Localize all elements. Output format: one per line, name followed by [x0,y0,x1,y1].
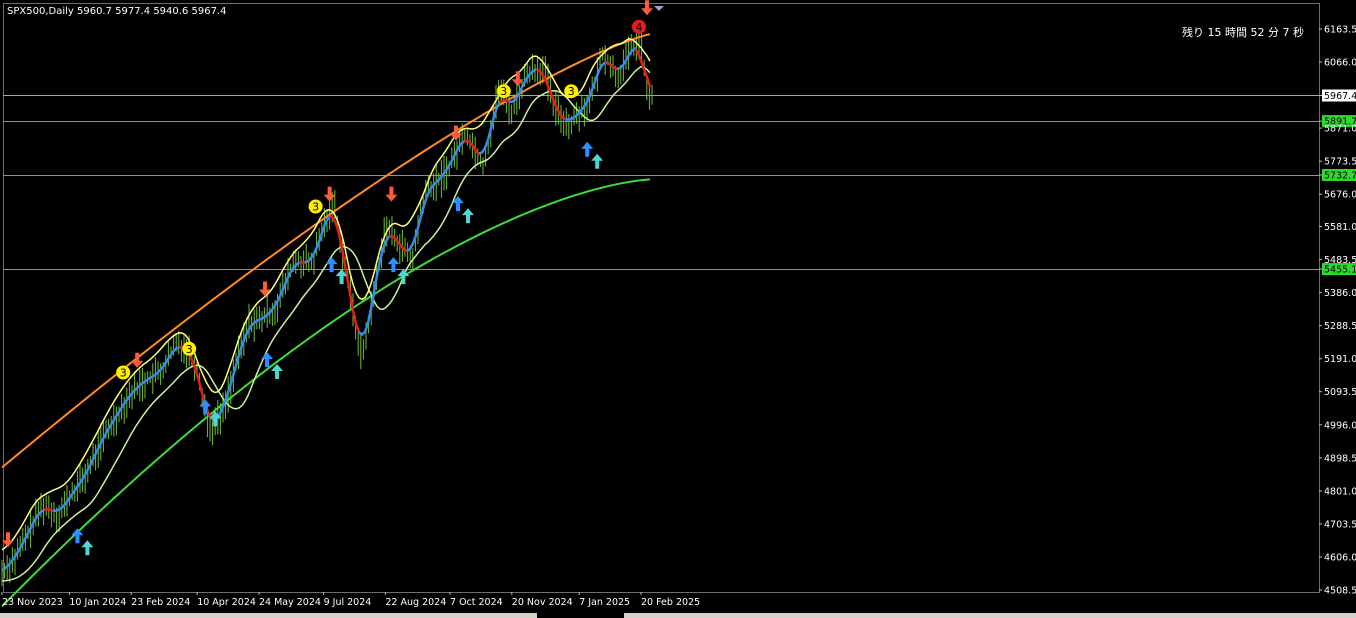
marker-label: 3 [120,367,127,380]
pattern-marker: 3 [116,365,131,380]
arrow-up-icon [81,540,94,556]
price-tick-label: 5386.0 [1324,288,1356,299]
marker-label: 3 [500,85,507,98]
price-tick-label: 4508.5 [1324,586,1356,597]
date-tick-label: 10 Apr 2024 [197,597,256,608]
long-moving-average [1,178,651,608]
date-tick-label: 20 Nov 2024 [512,597,573,608]
buy-signal-secondary [81,540,94,556]
price-axis: 6163.56066.05967.45891.75871.05773.55732… [1319,25,1356,597]
arrow-up-icon [462,208,474,224]
trend-segment [616,47,639,71]
pattern-marker: 3 [308,199,323,214]
price-tick-label: 5288.5 [1324,321,1356,332]
bottom-tab-strip-right[interactable] [624,613,1356,618]
arrow-down-icon [641,0,653,16]
sell-signal [323,186,336,202]
price-tick-label: 6066.0 [1324,58,1356,69]
arrow-down-icon [323,186,336,202]
price-tick-label: 5871.0 [1324,124,1356,135]
plot-border [3,3,1320,593]
marker-label: 3 [312,201,319,214]
price-tick-label: 5581.0 [1324,222,1356,233]
arrow-down-icon [385,186,398,202]
arrow-up-icon [591,153,604,169]
price-tick-label: 5732.7 [1324,171,1356,182]
price-tick-label: 5676.0 [1324,190,1356,201]
shift-end-marker-icon [654,6,664,11]
arrow-up-icon [397,269,410,285]
sell-signal [385,186,398,202]
date-tick-label: 23 Feb 2024 [131,597,190,608]
price-tick-label: 4606.0 [1324,553,1356,564]
price-tick-label: 4703.5 [1324,519,1356,530]
candles [1,25,653,587]
date-tick-label: 7 Jan 2025 [579,597,630,608]
pattern-marker: 4 [632,19,646,34]
price-tick-label: 5093.5 [1324,387,1356,398]
lagged-moving-average [1,65,651,582]
arrow-down-icon [259,281,271,297]
price-tick-label: 4898.5 [1324,453,1356,464]
date-tick-label: 23 Nov 2023 [2,597,63,608]
trend-segment [634,47,652,88]
buy-signal [199,399,212,415]
price-tick-label: 5455.1 [1324,265,1356,276]
date-tick-label: 22 Aug 2024 [385,597,446,608]
buy-signal-secondary [462,208,474,224]
buy-signal-secondary [397,269,410,285]
marker-label: 3 [186,343,193,356]
date-tick-label: 9 Jul 2024 [324,597,372,608]
pattern-marker: 3 [182,341,197,356]
price-tick-label: 4801.0 [1324,486,1356,497]
buy-signal-secondary [591,153,604,169]
date-tick-label: 7 Oct 2024 [450,597,503,608]
chart-window: 3 3 3 3 3 4 6163.5 6066.0 5967.4 5891.7 5871.0 5773… [0,0,1356,618]
date-tick-label: 20 Feb 2025 [641,597,700,608]
bottom-tab-strip-left[interactable] [0,613,537,618]
bar-countdown-timer: 残り 15 時間 52 分 7 秒 [1182,26,1304,39]
arrow-up-icon [199,399,212,415]
price-tick-label: 5967.4 [1324,91,1356,102]
price-tick-label: 5773.5 [1324,157,1356,168]
price-chart[interactable]: 3333 34 6163.56066.05967.45891.75871.05773… [0,0,1356,618]
price-tick-label: 6163.5 [1324,25,1356,36]
marker-label: 4 [636,21,643,34]
date-axis: 23 Nov 2023 10 Jan 2024 23 Feb 2024 10 Apr … [1,592,700,608]
buy-signal [581,141,594,157]
pattern-marker: 3 [496,84,511,99]
symbol-info: SPX500,Daily 5960.7 5977.4 5940.6 5967.4 [7,6,227,17]
date-tick-label: 10 Jan 2024 [69,597,126,608]
price-tick-label: 4996.0 [1324,420,1356,431]
sell-signal [259,281,271,297]
arrow-up-icon [581,141,594,157]
price-tick-label: 5191.0 [1324,354,1356,365]
marker-label: 3 [568,85,575,98]
sell-signal [641,0,653,16]
pattern-marker: 3 [564,84,579,99]
date-tick-label: 24 May 2024 [259,597,321,608]
